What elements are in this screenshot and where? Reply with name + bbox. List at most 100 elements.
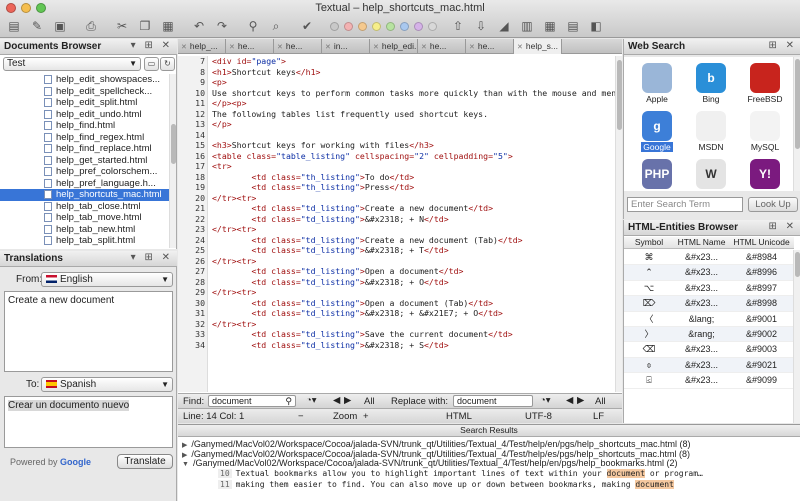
column-symbol[interactable]: Symbol <box>624 237 674 248</box>
document-tab[interactable]: ✕ he... <box>226 39 274 54</box>
engine-scrollbar[interactable] <box>793 57 800 191</box>
search-engine-apple[interactable]: Apple <box>634 61 680 105</box>
result-snippet[interactable]: 10 Textual bookmarks allow you to highlig… <box>218 469 703 478</box>
edit-document-icon[interactable]: ✎ <box>27 16 47 36</box>
bookmark-color-3[interactable] <box>370 16 383 36</box>
project-select[interactable]: Test ▼ <box>3 57 141 71</box>
search-engine-freebsd[interactable]: FreeBSD <box>742 61 788 105</box>
search-engine-msdn[interactable]: MSDN <box>688 109 734 153</box>
cut-icon[interactable]: ✂ <box>112 16 132 36</box>
column-html-unicode[interactable]: HTML Unicode <box>729 237 794 248</box>
close-tab-icon[interactable]: ✕ <box>181 44 187 51</box>
syntax-mode[interactable]: HTML <box>446 411 472 422</box>
close-tab-icon[interactable]: ✕ <box>421 44 427 51</box>
editor-scrollbar[interactable] <box>615 56 622 392</box>
find-input[interactable]: document ⚲ <box>208 395 296 407</box>
zoom-out-icon[interactable]: − <box>298 411 304 422</box>
list-item[interactable]: help_tab_new.html <box>0 224 170 236</box>
list-item[interactable]: help_tool_docbrowser... <box>0 247 170 248</box>
list-item[interactable]: help_edit_split.html <box>0 97 170 109</box>
wrap-icon[interactable]: ◢ <box>494 16 514 36</box>
document-tab[interactable]: ✕ in... <box>322 39 370 54</box>
panel-controls-icon[interactable]: ▾ ⊞ ✕ <box>131 40 173 51</box>
find-all-label[interactable]: All <box>364 396 375 407</box>
find-next-icon[interactable]: ▶ <box>344 395 351 406</box>
bookmark-color-5[interactable] <box>398 16 411 36</box>
document-tab[interactable]: ✕ he... <box>418 39 466 54</box>
replace-next-icon[interactable]: ▶ <box>577 395 584 406</box>
redo-icon[interactable]: ↷ <box>212 16 232 36</box>
search-term-input[interactable]: Enter Search Term <box>627 197 743 212</box>
zoom-in-icon[interactable]: + <box>363 411 369 422</box>
find-icon[interactable]: ⚲ <box>243 16 263 36</box>
panel-controls-icon[interactable]: ▾ ⊞ ✕ <box>131 252 173 263</box>
from-language-select[interactable]: English ▼ <box>41 272 173 287</box>
list-item[interactable]: help_tab_move.html <box>0 212 170 224</box>
list-item[interactable]: help_edit_spellcheck... <box>0 86 170 98</box>
copy-icon[interactable]: ❐ <box>135 16 155 36</box>
result-text-area[interactable]: Crear un documento nuevo <box>4 396 173 448</box>
list-item[interactable]: help_find_regex.html <box>0 132 170 144</box>
list-item[interactable]: help_find.html <box>0 120 170 132</box>
calculator-icon[interactable]: ▦ <box>540 16 560 36</box>
search-engine-bing[interactable]: b Bing <box>688 61 734 105</box>
result-file[interactable]: ▼/Ganymed/MacVol02/Workspace/Cocoa/jalad… <box>182 458 678 468</box>
search-engine-y![interactable]: Y! <box>742 157 788 191</box>
paste-icon[interactable]: ▦ <box>158 16 178 36</box>
result-file[interactable]: ▶/Ganymed/MacVol02/Workspace/Cocoa/jalad… <box>182 439 690 449</box>
undo-icon[interactable]: ↶ <box>189 16 209 36</box>
document-tab[interactable]: ✕ help_... <box>178 39 226 54</box>
close-tab-icon[interactable]: ✕ <box>469 44 475 51</box>
find-in-files-icon[interactable]: ⌕ <box>266 16 286 36</box>
new-document-icon[interactable]: ▤ <box>4 16 24 36</box>
list-item[interactable]: help_shortcuts_mac.html <box>0 189 170 201</box>
document-info-icon[interactable]: ▤ <box>563 16 583 36</box>
document-list-scrollbar[interactable] <box>169 74 176 248</box>
source-text-area[interactable]: Create a new document <box>4 291 173 372</box>
close-tab-icon[interactable]: ✕ <box>277 44 283 51</box>
validate-icon[interactable]: ✔ <box>297 16 317 36</box>
search-engine-google[interactable]: g Google <box>634 109 680 153</box>
close-tab-icon[interactable]: ✕ <box>229 44 235 51</box>
result-snippet[interactable]: 11 making them easier to find. You can al… <box>218 480 674 489</box>
list-item[interactable]: help_pref_colorschem... <box>0 166 170 178</box>
search-engine-w[interactable]: W <box>688 157 734 191</box>
save-icon[interactable]: ▣ <box>50 16 70 36</box>
replace-previous-icon[interactable]: ◀ <box>566 395 573 406</box>
replace-options-icon[interactable]: ◔▾ <box>540 395 551 406</box>
close-tab-icon[interactable]: ✕ <box>517 44 523 51</box>
search-engine-mysql[interactable]: MySQL <box>742 109 788 153</box>
table-row[interactable]: ⌦ &#x23... &#8998 <box>624 296 794 312</box>
close-tab-icon[interactable]: ✕ <box>325 44 331 51</box>
table-row[interactable]: ⍃ &#x23... &#9099 <box>624 373 794 389</box>
result-file[interactable]: ▶/Ganymed/MacVol02/Workspace/Cocoa/jalad… <box>182 449 690 459</box>
folder-button[interactable]: ▭ <box>144 57 159 71</box>
document-tab[interactable]: ✕ he... <box>466 39 514 54</box>
table-row[interactable]: 〉 &rang; &#9002 <box>624 326 794 343</box>
bookmark-color-7[interactable] <box>426 16 439 36</box>
list-item[interactable]: help_tab_split.html <box>0 235 170 247</box>
list-item[interactable]: help_find_replace.html <box>0 143 170 155</box>
panel-icon[interactable]: ▥ <box>517 16 537 36</box>
entities-scrollbar[interactable] <box>793 250 800 423</box>
list-item[interactable]: help_edit_undo.html <box>0 109 170 121</box>
list-item[interactable]: help_edit_showspaces... <box>0 74 170 86</box>
list-item[interactable]: help_tab_close.html <box>0 201 170 213</box>
panel-controls-icon[interactable]: ⊞ ✕ <box>768 221 797 232</box>
table-row[interactable]: 〈 &lang; &#9001 <box>624 311 794 327</box>
print-icon[interactable]: ⎙ <box>81 16 101 36</box>
table-row[interactable]: ⌥ &#x23... &#8997 <box>624 280 794 297</box>
document-tab[interactable]: ✕ help_s... <box>514 39 562 54</box>
table-row[interactable]: ⌽ &#x23... &#9021 <box>624 357 794 374</box>
code-view[interactable]: ⊟<div id="page"><h1>Shortcut keys</h1><p… <box>208 56 615 392</box>
look-up-button[interactable]: Look Up <box>748 197 798 212</box>
bookmark-color-1[interactable] <box>342 16 355 36</box>
replace-input[interactable]: document <box>453 395 533 407</box>
bookmark-color-4[interactable] <box>384 16 397 36</box>
browser-preview-icon[interactable]: ◧ <box>586 16 606 36</box>
translate-button[interactable]: Translate <box>117 454 173 469</box>
bookmark-color-0[interactable] <box>328 16 341 36</box>
table-row[interactable]: ⌃ &#x23... &#8996 <box>624 265 794 281</box>
disclosure-icon[interactable]: ▼ <box>182 461 189 468</box>
bookmark-color-6[interactable] <box>412 16 425 36</box>
